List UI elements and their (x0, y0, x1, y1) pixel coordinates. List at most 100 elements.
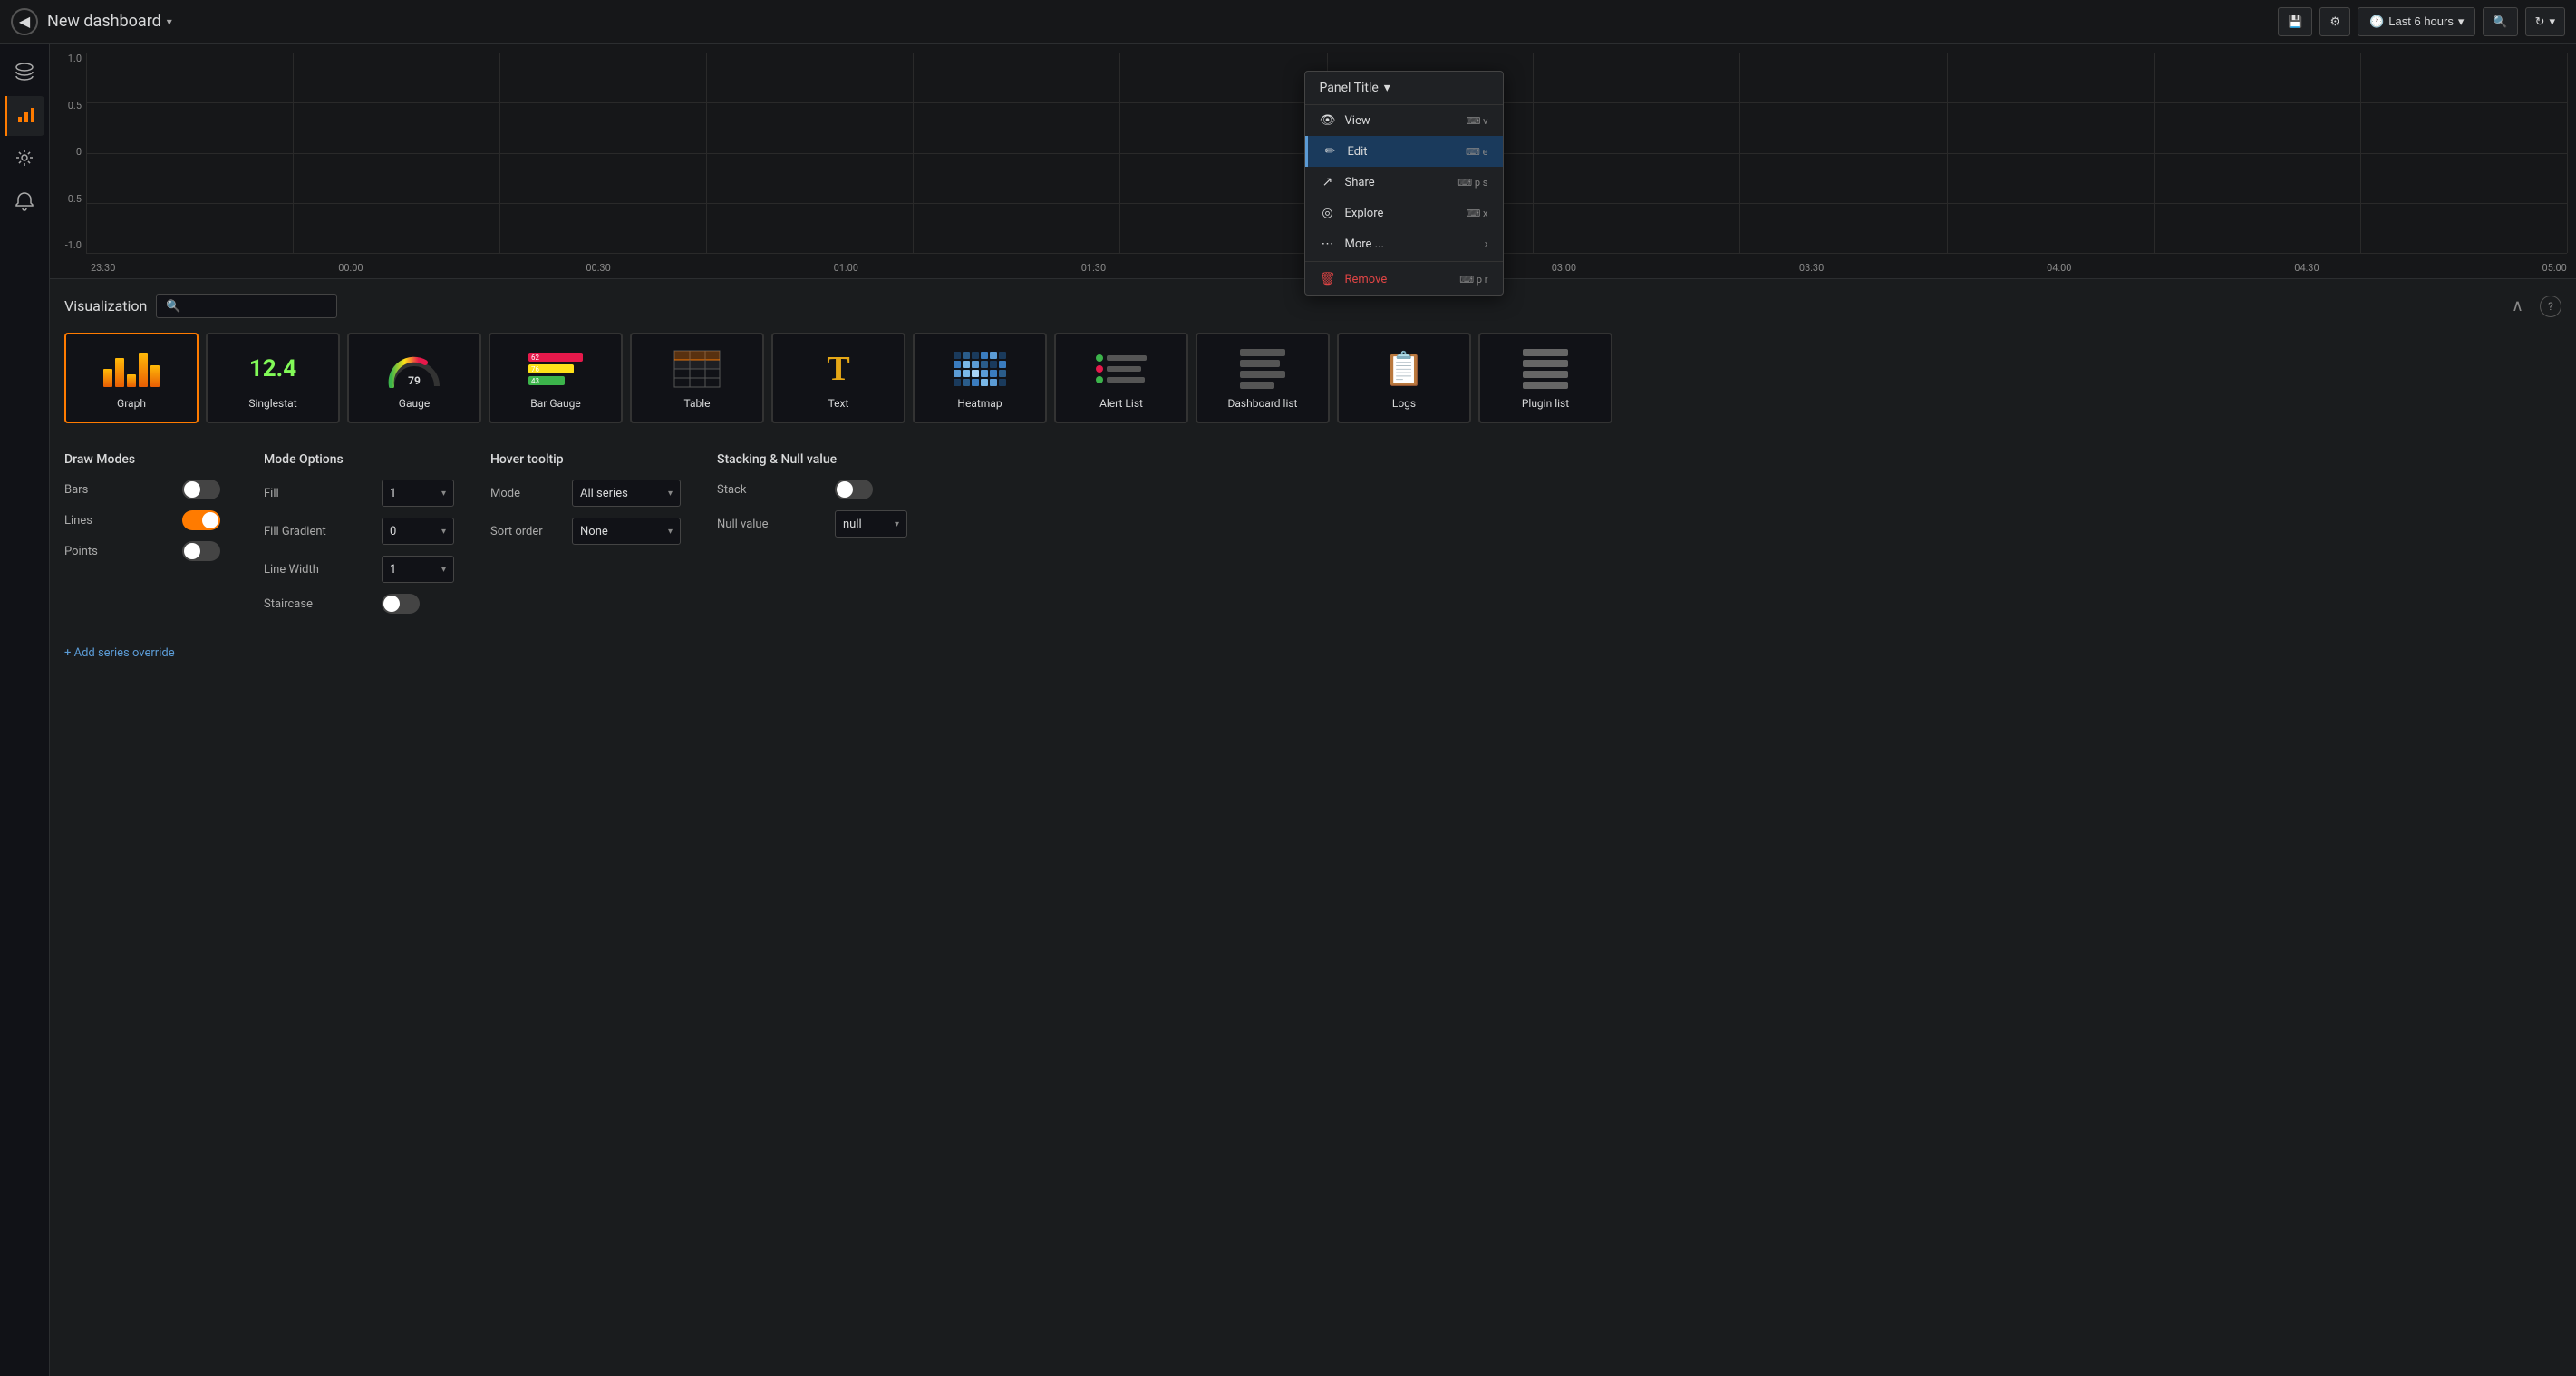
line-width-caret-icon: ▾ (441, 565, 446, 575)
sidebar-item-settings[interactable] (5, 140, 44, 179)
logs-label: Logs (1392, 397, 1416, 410)
context-menu-share[interactable]: ↗ Share ⌨ p s (1305, 167, 1503, 198)
main-layout: 1.0 0.5 0 -0.5 -1.0 (0, 44, 2576, 1376)
points-toggle[interactable] (182, 541, 220, 561)
sort-order-caret-icon: ▾ (668, 527, 673, 537)
gauge-icon: 79 (387, 346, 441, 392)
remove-shortcut: ⌨ p r (1459, 274, 1487, 286)
viz-item-table[interactable]: Table (630, 333, 764, 423)
view-icon: 👁 (1320, 113, 1336, 128)
stack-label: Stack (717, 483, 826, 497)
draw-modes-title: Draw Modes (64, 452, 228, 467)
table-label: Table (683, 397, 710, 410)
y-axis: 1.0 0.5 0 -0.5 -1.0 (54, 53, 82, 251)
viz-item-gauge[interactable]: 79 Gauge (347, 333, 481, 423)
null-value-caret-icon: ▾ (895, 519, 899, 529)
dashlist-label: Dashboard list (1228, 397, 1298, 410)
viz-item-heatmap[interactable]: Heatmap (913, 333, 1047, 423)
text-label: Text (828, 397, 849, 410)
dashboard-title[interactable]: New dashboard ▾ (47, 12, 172, 31)
mode-options-group: Mode Options Fill 1 ▾ Fill Gradient 0 ▾ (264, 452, 454, 625)
viz-search-input[interactable] (156, 294, 337, 318)
bars-toggle[interactable] (182, 480, 220, 499)
title-caret-icon: ▾ (167, 15, 172, 28)
viz-help-button[interactable]: ? (2540, 296, 2561, 317)
singlestat-icon: 12.4 (249, 346, 296, 392)
staircase-option: Staircase (264, 594, 454, 614)
bargauge-icon: 62 76 43 (528, 346, 583, 392)
context-menu-remove[interactable]: 🗑 Remove ⌨ p r (1305, 264, 1503, 295)
fill-gradient-option: Fill Gradient 0 ▾ (264, 518, 454, 545)
main-content: 1.0 0.5 0 -0.5 -1.0 (50, 44, 2576, 1376)
viz-item-singlestat[interactable]: 12.4 Singlestat (206, 333, 340, 423)
edit-label: Edit (1348, 145, 1368, 159)
search-button[interactable]: 🔍 (2483, 7, 2517, 36)
share-icon: ↗ (1320, 175, 1336, 189)
explore-icon: ◎ (1320, 206, 1336, 220)
time-range-caret: ▾ (2458, 15, 2465, 29)
more-label: More ... (1345, 237, 1384, 251)
context-menu-view[interactable]: 👁 View ⌨ v (1305, 105, 1503, 136)
fill-select[interactable]: 1 ▾ (382, 480, 454, 507)
add-series-override-button[interactable]: + Add series override (50, 639, 2576, 667)
gauge-label: Gauge (399, 397, 430, 410)
tooltip-mode-caret-icon: ▾ (668, 489, 673, 499)
time-range-button[interactable]: 🕐 Last 6 hours ▾ (2358, 7, 2475, 36)
viz-item-alertlist[interactable]: Alert List (1054, 333, 1188, 423)
viz-item-bargauge[interactable]: 62 76 43 Bar Gauge (489, 333, 623, 423)
refresh-caret: ▾ (2549, 15, 2555, 29)
tooltip-mode-select[interactable]: All series ▾ (572, 480, 681, 507)
save-icon: 💾 (2288, 15, 2302, 29)
sort-order-option: Sort order None ▾ (490, 518, 681, 545)
context-menu-explore[interactable]: ◎ Explore ⌨ x (1305, 198, 1503, 228)
lines-toggle[interactable] (182, 510, 220, 530)
share-label: Share (1345, 176, 1375, 189)
remove-label: Remove (1345, 273, 1388, 286)
line-width-select[interactable]: 1 ▾ (382, 556, 454, 583)
heatmap-icon (954, 346, 1006, 392)
staircase-toggle[interactable] (382, 594, 420, 614)
stack-option: Stack (717, 480, 907, 499)
sort-order-value: None (580, 525, 608, 538)
refresh-button[interactable]: ↻ ▾ (2525, 7, 2565, 36)
pluginlist-icon (1523, 346, 1568, 392)
sort-order-select[interactable]: None ▾ (572, 518, 681, 545)
viz-item-pluginlist[interactable]: Plugin list (1478, 333, 1612, 423)
tooltip-mode-option: Mode All series ▾ (490, 480, 681, 507)
line-width-value: 1 (390, 563, 396, 577)
context-menu-more[interactable]: ⋯ More ... › (1305, 228, 1503, 259)
hover-tooltip-title: Hover tooltip (490, 452, 681, 467)
context-menu-edit[interactable]: ✏ Edit ⌨ e (1305, 136, 1503, 167)
gear-icon (15, 148, 34, 172)
mode-options-title: Mode Options (264, 452, 454, 467)
save-dashboard-button[interactable]: 💾 (2278, 7, 2312, 36)
settings-button[interactable]: ⚙ (2319, 7, 2350, 36)
null-value-select[interactable]: null ▾ (835, 510, 907, 538)
viz-item-graph[interactable]: Graph (64, 333, 199, 423)
viz-item-logs[interactable]: 📋 Logs (1337, 333, 1471, 423)
search-icon: 🔍 (2493, 15, 2507, 29)
draw-modes-group: Draw Modes Bars Lines Points (64, 452, 228, 625)
sidebar-item-chart[interactable] (5, 96, 44, 136)
staircase-label: Staircase (264, 597, 373, 611)
menu-divider (1305, 261, 1503, 262)
graph-area: 1.0 0.5 0 -0.5 -1.0 (50, 44, 2576, 279)
viz-item-dashlist[interactable]: Dashboard list (1196, 333, 1330, 423)
stack-toggle[interactable] (835, 480, 873, 499)
viz-item-text[interactable]: T Text (771, 333, 905, 423)
svg-text:79: 79 (408, 374, 421, 387)
alertlist-icon (1096, 346, 1147, 392)
heatmap-label: Heatmap (957, 397, 1002, 410)
viz-collapse-button[interactable]: ∧ (2512, 296, 2523, 315)
chart-icon (16, 104, 36, 129)
fill-gradient-select[interactable]: 0 ▾ (382, 518, 454, 545)
share-shortcut: ⌨ p s (1457, 177, 1487, 189)
line-width-label: Line Width (264, 563, 373, 577)
null-value-option: Null value null ▾ (717, 510, 907, 538)
view-shortcut: ⌨ v (1467, 115, 1488, 127)
sidebar-item-alerts[interactable] (5, 183, 44, 223)
sort-order-label: Sort order (490, 525, 563, 538)
back-button[interactable]: ◀ (11, 8, 38, 35)
panel-title-caret: ▾ (1384, 81, 1390, 95)
sidebar-item-layers[interactable] (5, 53, 44, 92)
